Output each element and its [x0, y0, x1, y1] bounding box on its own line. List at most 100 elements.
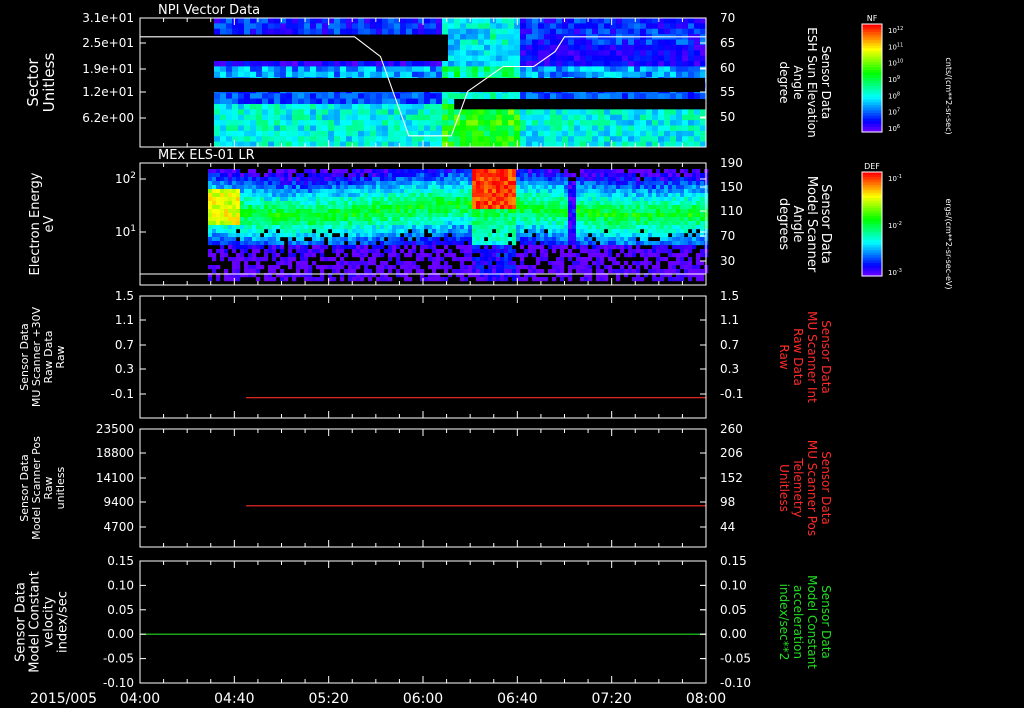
- heatmap-cell: [370, 71, 377, 78]
- heatmap-cell: [592, 61, 599, 67]
- heatmap-cell: [252, 193, 257, 198]
- heatmap-cell: [304, 277, 309, 282]
- heatmap-cell: [280, 130, 287, 137]
- heatmap-cell: [388, 71, 395, 78]
- heatmap-cell: [268, 104, 275, 110]
- heatmap-cell: [304, 177, 309, 182]
- heatmap-cell: [580, 120, 587, 126]
- heatmap-cell: [616, 229, 621, 234]
- heatmap-cell: [696, 261, 701, 266]
- heatmap-cell: [348, 213, 353, 218]
- heatmap-cell: [644, 197, 649, 202]
- heatmap-cell: [220, 201, 225, 206]
- heatmap-cell: [220, 181, 225, 186]
- heatmap-cell: [580, 201, 585, 206]
- heatmap-cell: [412, 201, 417, 206]
- heatmap-cell: [312, 241, 317, 246]
- heatmap-cell: [500, 209, 505, 214]
- heatmap-cell: [660, 205, 665, 210]
- heatmap-cell: [508, 28, 515, 35]
- heatmap-cell: [532, 109, 539, 116]
- heatmap-cell: [364, 177, 369, 182]
- heatmap-cell: [232, 245, 237, 250]
- heatmap-cell: [442, 104, 449, 110]
- heatmap-cell: [676, 261, 681, 266]
- heatmap-cell: [348, 209, 353, 214]
- heatmap-cell: [484, 177, 489, 182]
- heatmap-cell: [612, 245, 617, 250]
- heatmap-cell: [640, 114, 647, 121]
- heatmap-cell: [296, 249, 301, 254]
- heatmap-cell: [346, 28, 353, 35]
- heatmap-cell: [484, 136, 491, 143]
- heatmap-cell: [460, 241, 465, 246]
- heatmap-cell: [392, 181, 397, 186]
- heatmap-cell: [248, 245, 253, 250]
- heatmap-cell: [574, 93, 581, 100]
- heatmap-cell: [588, 189, 593, 194]
- heatmap-cell: [552, 169, 557, 174]
- heatmap-cell: [274, 130, 281, 137]
- heatmap-cell: [424, 120, 431, 126]
- heatmap-cell: [372, 229, 377, 234]
- heatmap-cell: [432, 257, 437, 262]
- heatmap-cell: [304, 104, 311, 110]
- heatmap-cell: [688, 18, 695, 24]
- heatmap-cell: [652, 277, 657, 282]
- heatmap-cell: [652, 209, 657, 214]
- heatmap-cell: [496, 193, 501, 198]
- heatmap-cell: [532, 237, 537, 242]
- heatmap-cell: [336, 217, 341, 222]
- heatmap-cell: [328, 233, 333, 238]
- heatmap-cell: [452, 237, 457, 242]
- heatmap-cell: [408, 173, 413, 178]
- heatmap-cell: [688, 114, 695, 121]
- heatmap-cell: [308, 221, 313, 226]
- heatmap-cell: [580, 169, 585, 174]
- heatmap-cell: [676, 201, 681, 206]
- heatmap-cell: [612, 217, 617, 222]
- heatmap-cell: [680, 169, 685, 174]
- heatmap-cell: [268, 28, 275, 35]
- heatmap-cell: [460, 125, 467, 132]
- heatmap-cell: [616, 114, 623, 121]
- heatmap-cell: [226, 66, 233, 73]
- heatmap-cell: [360, 221, 365, 226]
- heatmap-cell: [632, 261, 637, 266]
- heatmap-cell: [356, 233, 361, 238]
- heatmap-cell: [364, 185, 369, 190]
- heatmap-cell: [436, 221, 441, 226]
- heatmap-cell: [700, 221, 705, 226]
- heatmap-cell: [664, 185, 669, 190]
- heatmap-cell: [610, 61, 617, 67]
- heatmap-cell: [562, 120, 569, 126]
- heatmap-cell: [508, 229, 513, 234]
- heatmap-cell: [634, 125, 641, 132]
- heatmap-cell: [324, 205, 329, 210]
- heatmap-cell: [496, 189, 501, 194]
- heatmap-cell: [608, 205, 613, 210]
- heatmap-cell: [280, 217, 285, 222]
- heatmap-cell: [564, 241, 569, 246]
- heatmap-cell: [580, 114, 587, 121]
- heatmap-cell: [480, 241, 485, 246]
- heatmap-cell: [688, 125, 695, 132]
- heatmap-cell: [576, 269, 581, 274]
- heatmap-cell: [496, 177, 501, 182]
- heatmap-cell: [568, 50, 575, 57]
- heatmap-cell: [564, 205, 569, 210]
- heatmap-cell: [272, 241, 277, 246]
- heatmap-cell: [292, 205, 297, 210]
- heatmap-cell: [408, 169, 413, 174]
- heatmap-cell: [460, 173, 465, 178]
- heatmap-cell: [628, 39, 635, 46]
- heatmap-cell: [696, 173, 701, 178]
- heatmap-cell: [448, 193, 453, 198]
- heatmap-cell: [232, 61, 239, 67]
- heatmap-cell: [352, 18, 359, 24]
- colorbar-tick-label: 109: [888, 75, 900, 84]
- heatmap-cell: [700, 39, 707, 46]
- heatmap-cell: [224, 233, 229, 238]
- heatmap-cell: [688, 221, 693, 226]
- heatmap-cell: [592, 173, 597, 178]
